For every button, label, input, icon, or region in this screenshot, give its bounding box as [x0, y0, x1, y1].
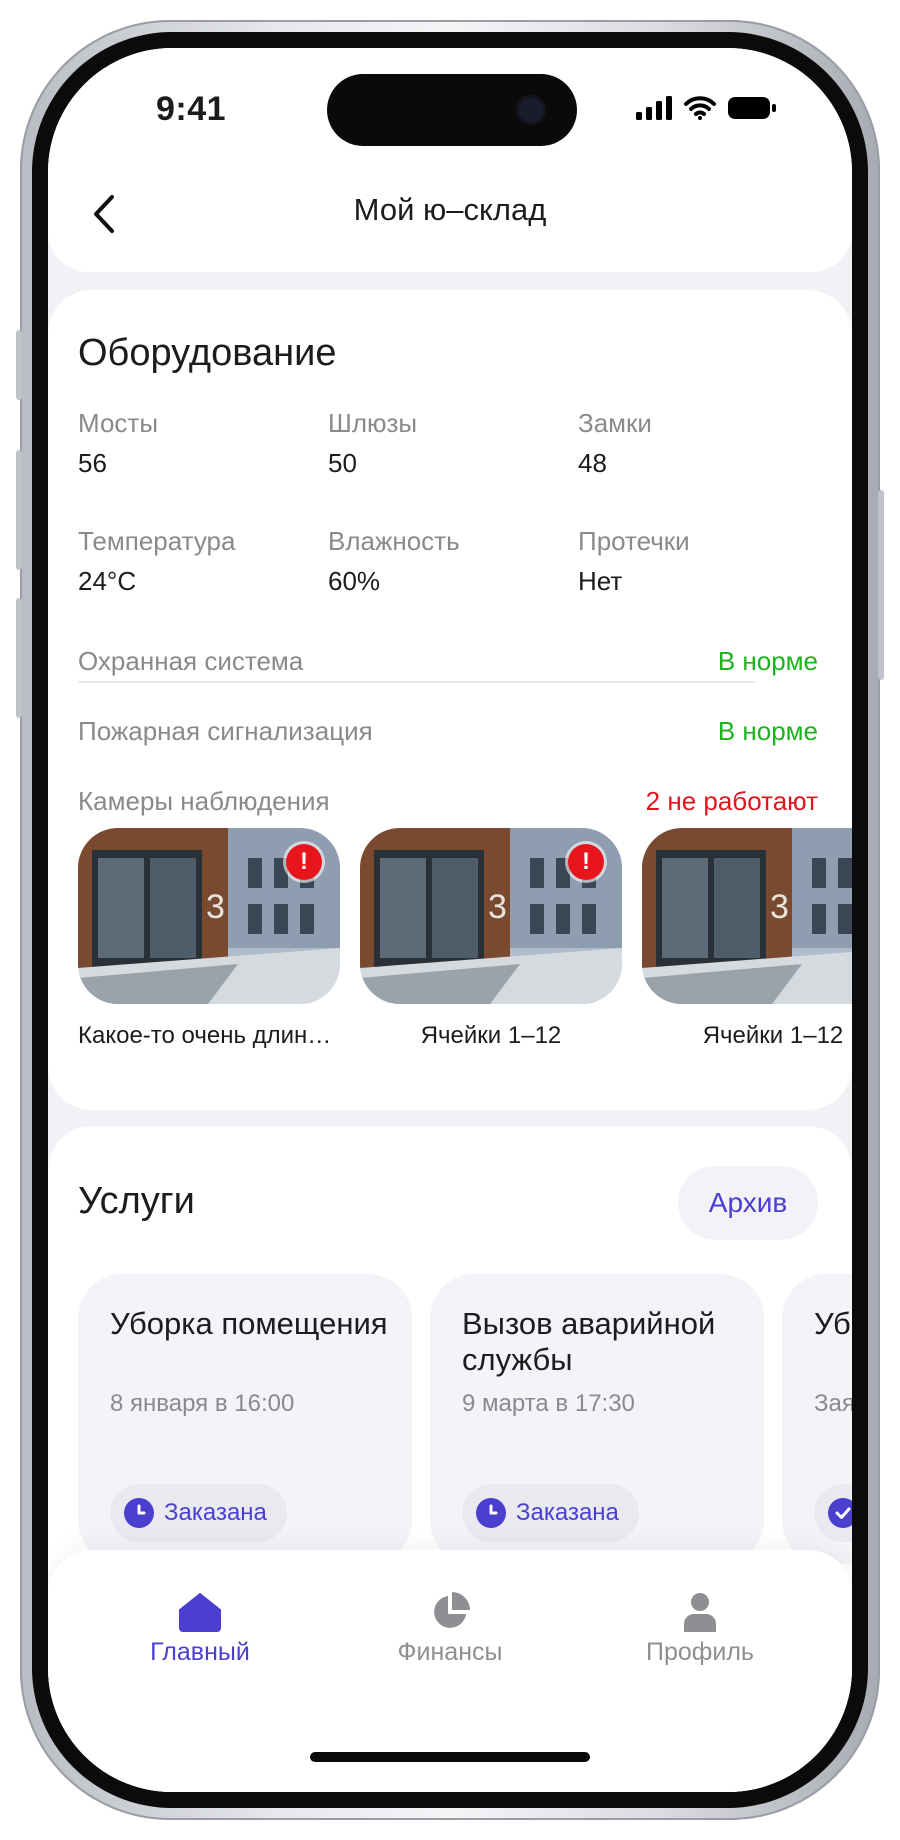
- fire-alarm-label: Пожарная сигнализация: [78, 716, 373, 746]
- tab-finance[interactable]: Финансы: [350, 1576, 550, 1667]
- security-system-label: Охранная система: [78, 646, 304, 676]
- service-status-badge: Заказана: [462, 1484, 639, 1542]
- camera-caption: Ячейки 1–12: [702, 1022, 844, 1049]
- equipment-title: Оборудование: [78, 332, 337, 374]
- metric-label-bridges: Мосты: [78, 408, 159, 438]
- volume-up-button: [16, 450, 22, 570]
- svg-text:3: 3: [488, 888, 507, 926]
- tab-profile-label: Профиль: [646, 1638, 754, 1666]
- metric-label-humidity: Влажность: [328, 526, 460, 556]
- camera-carousel[interactable]: 3 ! Какое-то очень длинное название: [78, 828, 852, 1068]
- metric-value-leaks: Нет: [578, 566, 623, 596]
- status-icons: [636, 96, 776, 120]
- service-date: 9 марта в 17:30: [462, 1390, 635, 1417]
- camera-thumbnail[interactable]: 3 !: [360, 828, 622, 1004]
- screen: Мой ю–склад 9:41 Оборудование Мосты 56 Ш…: [48, 48, 852, 1792]
- metric-value-bridges: 56: [78, 448, 107, 478]
- cameras-label: Камеры наблюдения: [78, 786, 330, 816]
- service-status-label: Заказана: [164, 1499, 267, 1526]
- svg-text:3: 3: [206, 888, 225, 926]
- metric-value-humidity: 60%: [328, 566, 381, 596]
- metric-value-gateways: 50: [328, 448, 357, 478]
- camera-thumbnail[interactable]: 3: [642, 828, 852, 1004]
- tab-profile[interactable]: Профиль: [600, 1576, 800, 1667]
- dynamic-island: [327, 74, 577, 146]
- security-system-status: В норме: [717, 646, 818, 676]
- home-indicator[interactable]: [310, 1752, 590, 1762]
- camera-item[interactable]: 3 ! Ячейки 1–12: [360, 828, 622, 1050]
- service-status-badge: [814, 1484, 852, 1542]
- camera-caption: Какое-то очень длинное название: [78, 1022, 340, 1049]
- clock-icon: [124, 1498, 154, 1528]
- user-icon: [684, 1593, 716, 1632]
- service-status-badge: Заказана: [110, 1484, 287, 1542]
- camera-item[interactable]: 3 ! Какое-то очень длинное название: [78, 828, 340, 1050]
- metric-value-temperature: 24°C: [78, 566, 137, 596]
- power-button: [878, 490, 884, 680]
- camera-image: 3: [642, 828, 852, 1004]
- service-card[interactable]: Уборка помещения 8 января в 16:00 Заказа…: [78, 1274, 412, 1564]
- battery-icon: [728, 97, 776, 119]
- volume-down-button: [16, 598, 22, 718]
- check-icon: [828, 1498, 852, 1528]
- wifi-icon: [684, 96, 716, 120]
- front-camera-icon: [519, 98, 543, 122]
- service-card[interactable]: Уборка помещения Заявка: [782, 1274, 852, 1564]
- services-title: Услуги: [78, 1180, 195, 1222]
- alert-icon: !: [286, 844, 322, 880]
- metric-label-locks: Замки: [578, 408, 652, 438]
- cameras-status: 2 не работают: [645, 786, 818, 816]
- alert-icon: !: [568, 844, 604, 880]
- status-bar: 9:41: [48, 48, 852, 158]
- action-button: [16, 330, 22, 400]
- clock-icon: [476, 1498, 506, 1528]
- tab-home[interactable]: Главный: [100, 1576, 300, 1667]
- cellular-signal-icon: [636, 96, 672, 120]
- camera-caption: Ячейки 1–12: [420, 1022, 562, 1049]
- services-carousel[interactable]: Уборка помещения 8 января в 16:00 Заказа…: [78, 1274, 852, 1574]
- metric-label-temperature: Температура: [78, 526, 236, 556]
- home-icon: [179, 1593, 221, 1632]
- service-date: 8 января в 16:00: [110, 1390, 295, 1417]
- service-title: Уборка помещения: [110, 1306, 388, 1341]
- tab-home-label: Главный: [150, 1638, 250, 1666]
- tab-finance-label: Финансы: [397, 1638, 503, 1666]
- svg-text:3: 3: [770, 888, 789, 926]
- pie-chart-icon: [434, 1592, 470, 1628]
- service-status-label: Заказана: [516, 1499, 619, 1526]
- metric-value-locks: 48: [578, 448, 607, 478]
- service-title: Уборка помещения: [814, 1306, 852, 1341]
- service-date: Заявка: [814, 1390, 852, 1417]
- archive-button[interactable]: Архив: [678, 1166, 818, 1240]
- camera-item[interactable]: 3 Ячейки 1–12: [642, 828, 852, 1050]
- metric-label-gateways: Шлюзы: [328, 408, 418, 438]
- service-title: Вызов аварийной службы: [462, 1306, 716, 1377]
- page-title: Мой ю–склад: [353, 192, 547, 227]
- metric-label-leaks: Протечки: [578, 526, 690, 556]
- fire-alarm-status: В норме: [717, 716, 818, 746]
- camera-thumbnail[interactable]: 3 !: [78, 828, 340, 1004]
- status-time: 9:41: [156, 90, 227, 128]
- equipment-card: Оборудование Мосты 56 Шлюзы 50 Замки 48 …: [48, 290, 852, 1110]
- divider: [78, 681, 756, 683]
- service-card[interactable]: Вызов аварийной службы 9 марта в 17:30 З…: [430, 1274, 764, 1564]
